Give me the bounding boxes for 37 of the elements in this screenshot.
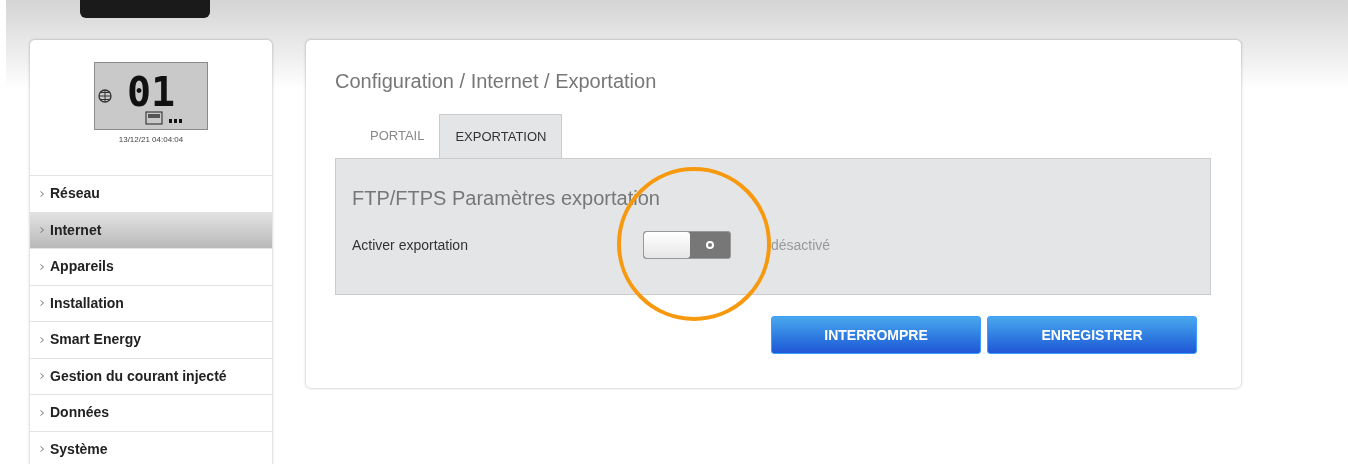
sidebar-item[interactable]: Appareils (30, 248, 272, 285)
toggle-switch[interactable] (643, 231, 731, 259)
globe-icon (98, 89, 112, 103)
action-button[interactable]: ENREGISTRER (987, 316, 1197, 354)
sidebar-label: Système (50, 439, 108, 459)
sidebar-label: Appareils (50, 257, 114, 277)
lcd-digits: 01 (126, 72, 176, 112)
chevron-icon (40, 336, 44, 343)
chevron-icon (40, 446, 44, 453)
sidebar-label: Smart Energy (50, 330, 142, 350)
sidebar-label: Internet (50, 220, 102, 240)
sidebar-item[interactable]: Données (30, 394, 272, 431)
sidebar-label: Réseau (50, 184, 100, 204)
sidebar-label: Gestion du courant injecté (50, 366, 227, 386)
tab[interactable]: EXPORTATION (439, 114, 563, 158)
battery-icon (145, 111, 163, 125)
sidebar-item[interactable]: Gestion du courant injecté (30, 357, 272, 394)
sidebar-item[interactable]: Smart Energy (30, 321, 272, 358)
sidebar-item[interactable]: Système (30, 430, 272, 464)
breadcrumb-title: Configuration / Internet / Exportation (335, 69, 658, 94)
sidebar-item[interactable]: Réseau (30, 175, 272, 212)
tab[interactable]: PORTAIL (355, 114, 440, 158)
chevron-icon (40, 227, 44, 234)
chevron-icon (40, 263, 44, 270)
chevron-icon (40, 409, 44, 416)
sidebar-label: Installation (50, 293, 124, 313)
timestamp: 13/12/21 04:04:04 (118, 134, 184, 146)
sidebar-item[interactable]: Internet (30, 211, 272, 248)
status-text: désactivé (771, 235, 831, 255)
sidebar-label: Données (50, 403, 110, 423)
action-button[interactable]: INTERROMPRE (771, 316, 981, 354)
chevron-icon (40, 190, 44, 197)
dots-icon (169, 119, 183, 123)
chevron-icon (40, 300, 44, 307)
sidebar-item[interactable]: Installation (30, 284, 272, 321)
chevron-icon (40, 373, 44, 380)
setting-label: Activer exportation (352, 235, 469, 255)
